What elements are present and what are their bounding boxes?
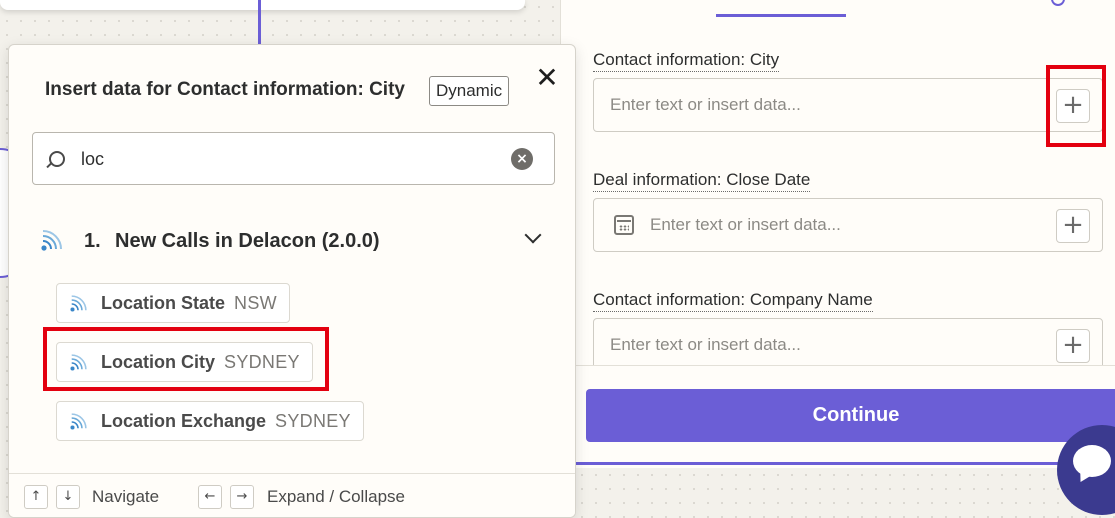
configure-panel: Contact information: City Enter text or …	[560, 0, 1115, 518]
canvas-step-card[interactable]	[0, 0, 525, 10]
canvas-strip	[561, 468, 1115, 518]
data-item-value: SYDNEY	[275, 410, 351, 431]
signal-icon	[41, 230, 62, 251]
arrow-up-key-icon: ↑	[24, 485, 48, 509]
input-placeholder: Enter text or insert data...	[610, 95, 801, 114]
contact-city-input[interactable]: Enter text or insert data... +	[593, 78, 1103, 132]
data-item-label: Location Exchange	[101, 410, 267, 431]
field-company-name: Contact information: Company Name Enter …	[593, 290, 1103, 372]
insert-data-button[interactable]: +	[1056, 89, 1090, 123]
data-item-location-city[interactable]: Location City SYDNEY	[56, 342, 313, 382]
data-item-value: NSW	[234, 292, 277, 313]
continue-button[interactable]: Continue	[586, 389, 1115, 442]
signal-icon	[70, 295, 87, 312]
dynamic-badge: Dynamic	[429, 76, 510, 106]
signal-icon	[70, 354, 87, 371]
input-placeholder: Enter text or insert data...	[650, 215, 841, 234]
data-item-location-exchange[interactable]: Location Exchange SYDNEY	[56, 401, 364, 441]
input-placeholder: Enter text or insert data...	[610, 335, 801, 354]
step-group-header[interactable]: 1. New Calls in Delacon (2.0.0)	[37, 225, 557, 257]
field-close-date: Deal information: Close Date Enter text …	[593, 170, 1103, 252]
popover-footer: ↑ ↓ Navigate ← → Expand / Collapse	[9, 473, 575, 517]
data-item-label: Location City	[101, 351, 216, 372]
signal-icon	[70, 413, 87, 430]
data-item-location-state[interactable]: Location State NSW	[56, 283, 290, 323]
help-icon[interactable]	[1051, 0, 1065, 6]
data-item-value: SYDNEY	[224, 351, 300, 372]
insert-data-button[interactable]: +	[1056, 209, 1090, 243]
field-label: Deal information: Close Date	[593, 170, 811, 192]
search-icon	[49, 151, 65, 167]
data-item-label: Location State	[101, 292, 226, 313]
insert-data-popover: Insert data for Contact information: Cit…	[8, 44, 576, 518]
arrow-right-key-icon: →	[230, 485, 254, 509]
company-name-input[interactable]: Enter text or insert data... +	[593, 318, 1103, 372]
navigate-hint: Navigate	[92, 487, 160, 506]
search-input[interactable]	[81, 145, 501, 173]
arrow-left-key-icon: ←	[198, 485, 222, 509]
close-icon[interactable]: ✕	[534, 63, 560, 93]
step-number: 1.	[84, 230, 101, 252]
field-label: Contact information: Company Name	[593, 290, 873, 312]
step-name: New Calls in Delacon (2.0.0)	[115, 230, 380, 252]
chevron-down-icon[interactable]	[524, 226, 542, 244]
clear-search-icon[interactable]: ×	[511, 148, 533, 170]
field-label: Contact information: City	[593, 50, 780, 72]
continue-footer: Continue	[561, 365, 1115, 465]
popover-title: Insert data for Contact information: Cit…	[45, 79, 405, 100]
field-contact-city: Contact information: City Enter text or …	[593, 50, 1103, 132]
calendar-icon[interactable]	[614, 215, 634, 235]
arrow-down-key-icon: ↓	[56, 485, 80, 509]
search-box[interactable]: ×	[32, 132, 555, 185]
expand-collapse-hint: Expand / Collapse	[267, 487, 405, 506]
canvas-connector-line	[258, 0, 261, 46]
insert-data-button[interactable]: +	[1056, 329, 1090, 363]
close-date-input[interactable]: Enter text or insert data... +	[593, 198, 1103, 252]
active-tab-indicator	[716, 14, 846, 17]
